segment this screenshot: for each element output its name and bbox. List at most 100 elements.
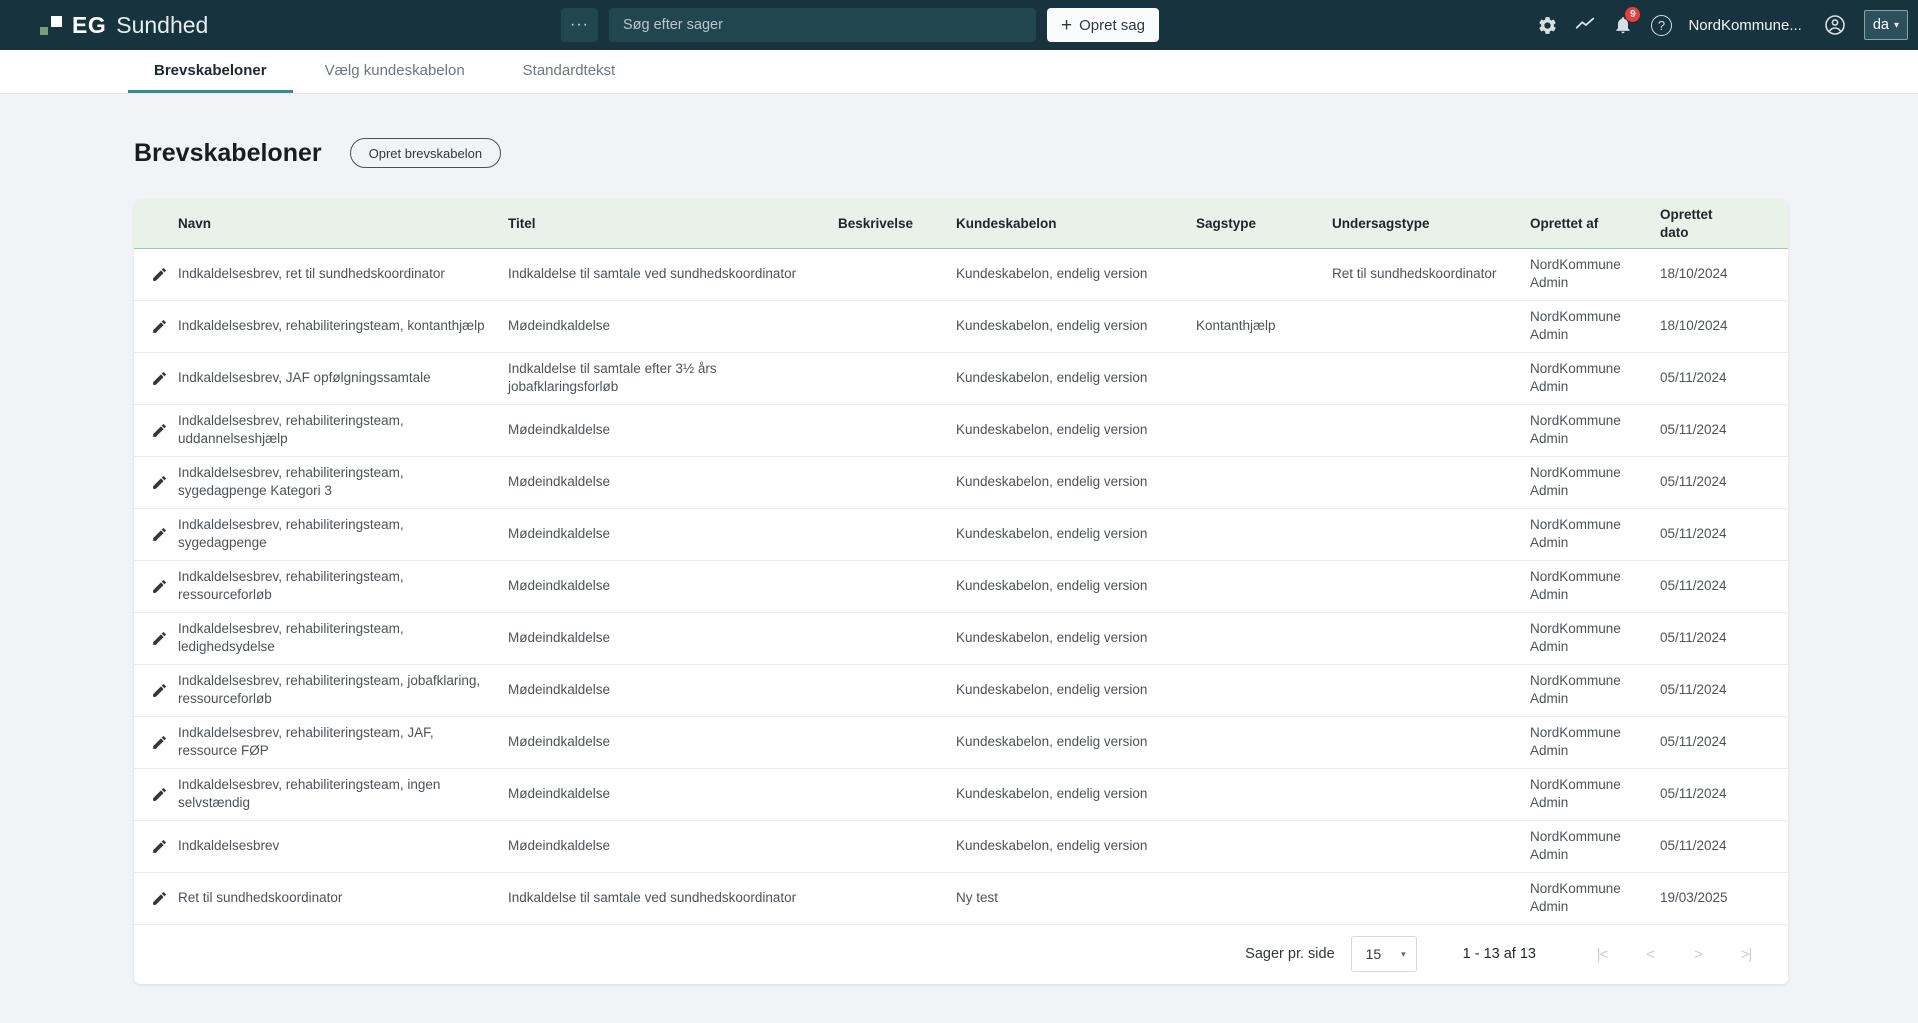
edit-row-button[interactable] [149,316,170,337]
cell-edit [134,300,178,352]
cell-kundeskabelon: Kundeskabelon, endelig version [956,248,1196,300]
help-button[interactable]: ? [1642,6,1680,44]
cell-undersagstype [1332,456,1530,508]
app-logo[interactable]: EG Sundhed [0,12,208,39]
last-page-button[interactable]: >| [1736,946,1756,963]
activity-button[interactable] [1566,6,1604,44]
header-kundeskabelon: Kundeskabelon [956,200,1196,248]
cell-kundeskabelon: Kundeskabelon, endelig version [956,300,1196,352]
edit-row-button[interactable] [149,420,170,441]
table-row: Indkaldelsesbrev, rehabiliteringsteam, i… [134,768,1788,820]
cell-edit [134,404,178,456]
cell-oprettet_af: NordKommune Admin [1530,300,1660,352]
cell-navn: Indkaldelsesbrev, rehabiliteringsteam, J… [178,716,508,768]
cell-beskrivelse [838,664,956,716]
tab-vaelg-kundeskabelon[interactable]: Vælg kundeskabelon [299,50,491,93]
cell-navn: Indkaldelsesbrev, rehabiliteringsteam, l… [178,612,508,664]
edit-row-button[interactable] [149,576,170,597]
cell-navn: Ret til sundhedskoordinator [178,872,508,924]
table-row: Indkaldelsesbrev, rehabiliteringsteam, r… [134,560,1788,612]
settings-button[interactable] [1528,6,1566,44]
language-selector[interactable]: da ▾ [1864,10,1908,40]
create-case-button[interactable]: + Opret sag [1047,8,1159,42]
cell-navn: Indkaldelsesbrev, rehabiliteringsteam, r… [178,560,508,612]
cell-navn: Indkaldelsesbrev, rehabiliteringsteam, s… [178,456,508,508]
edit-row-button[interactable] [149,888,170,909]
overflow-menu-button[interactable]: ··· [561,8,598,42]
cell-kundeskabelon: Kundeskabelon, endelig version [956,508,1196,560]
cell-undersagstype [1332,612,1530,664]
page-head: Brevskabeloner Opret brevskabelon [134,136,1918,170]
table-row: Indkaldelsesbrev, JAF opfølgningssamtale… [134,352,1788,404]
cell-edit [134,248,178,300]
cell-beskrivelse [838,612,956,664]
create-template-button[interactable]: Opret brevskabelon [350,138,501,168]
cell-sagstype [1196,612,1332,664]
table-row: Indkaldelsesbrev, rehabiliteringsteam, s… [134,508,1788,560]
cell-edit [134,560,178,612]
notifications-button[interactable]: 9 [1604,6,1642,44]
cell-edit [134,872,178,924]
profile-button[interactable] [1816,6,1854,44]
notification-badge: 9 [1625,7,1640,22]
cell-titel: Mødeindkaldelse [508,456,838,508]
cell-kundeskabelon: Kundeskabelon, endelig version [956,404,1196,456]
user-icon [1823,13,1847,37]
pencil-icon [151,890,168,907]
pagination-range: 1 - 13 af 13 [1463,946,1536,962]
cell-titel: Mødeindkaldelse [508,664,838,716]
logo-text-product: Sundhed [116,12,208,39]
cell-beskrivelse [838,508,956,560]
cell-undersagstype: Ret til sundhedskoordinator [1332,248,1530,300]
cell-navn: Indkaldelsesbrev, rehabiliteringsteam, k… [178,300,508,352]
per-page-value: 15 [1366,946,1382,962]
header-titel: Titel [508,200,838,248]
cell-oprettet_af: NordKommune Admin [1530,612,1660,664]
edit-row-button[interactable] [149,784,170,805]
prev-page-button[interactable]: < [1640,946,1660,963]
cell-oprettet_af: NordKommune Admin [1530,872,1660,924]
cell-oprettet_af: NordKommune Admin [1530,456,1660,508]
cell-titel: Indkaldelse til samtale ved sundhedskoor… [508,248,838,300]
select-caret-icon: ▾ [1401,949,1406,960]
cell-beskrivelse [838,404,956,456]
cell-undersagstype [1332,768,1530,820]
tenant-menu[interactable]: NordKommune... [1688,17,1801,34]
cell-edit [134,768,178,820]
cell-oprettet_af: NordKommune Admin [1530,820,1660,872]
cell-beskrivelse [838,716,956,768]
pencil-icon [151,370,168,387]
edit-row-button[interactable] [149,836,170,857]
cell-titel: Mødeindkaldelse [508,508,838,560]
page-title: Brevskabeloner [134,139,322,168]
tab-standardtekst[interactable]: Standardtekst [497,50,642,93]
table-row: Indkaldelsesbrev, rehabiliteringsteam, u… [134,404,1788,456]
per-page-select[interactable]: 15 ▾ [1351,936,1417,972]
pencil-icon [151,422,168,439]
cell-kundeskabelon: Kundeskabelon, endelig version [956,612,1196,664]
cell-sagstype [1196,248,1332,300]
edit-row-button[interactable] [149,732,170,753]
edit-row-button[interactable] [149,472,170,493]
cell-beskrivelse [838,456,956,508]
next-page-button[interactable]: > [1688,946,1708,963]
edit-row-button[interactable] [149,628,170,649]
cell-kundeskabelon: Kundeskabelon, endelig version [956,820,1196,872]
cell-oprettet_dato: 05/11/2024 [1660,716,1788,768]
edit-row-button[interactable] [149,524,170,545]
header-undersagstype: Undersagstype [1332,200,1530,248]
search-input[interactable] [609,8,1036,42]
cell-oprettet_dato: 05/11/2024 [1660,404,1788,456]
cell-oprettet_af: NordKommune Admin [1530,508,1660,560]
cell-undersagstype [1332,716,1530,768]
edit-row-button[interactable] [149,368,170,389]
table-row: Ret til sundhedskoordinatorIndkaldelse t… [134,872,1788,924]
first-page-button[interactable]: |< [1592,946,1612,963]
edit-row-button[interactable] [149,264,170,285]
cell-oprettet_dato: 05/11/2024 [1660,456,1788,508]
edit-row-button[interactable] [149,680,170,701]
table-row: Indkaldelsesbrev, rehabiliteringsteam, J… [134,716,1788,768]
tab-brevskabeloner[interactable]: Brevskabeloner [128,50,293,93]
create-case-label: Opret sag [1079,17,1145,34]
cell-undersagstype [1332,352,1530,404]
